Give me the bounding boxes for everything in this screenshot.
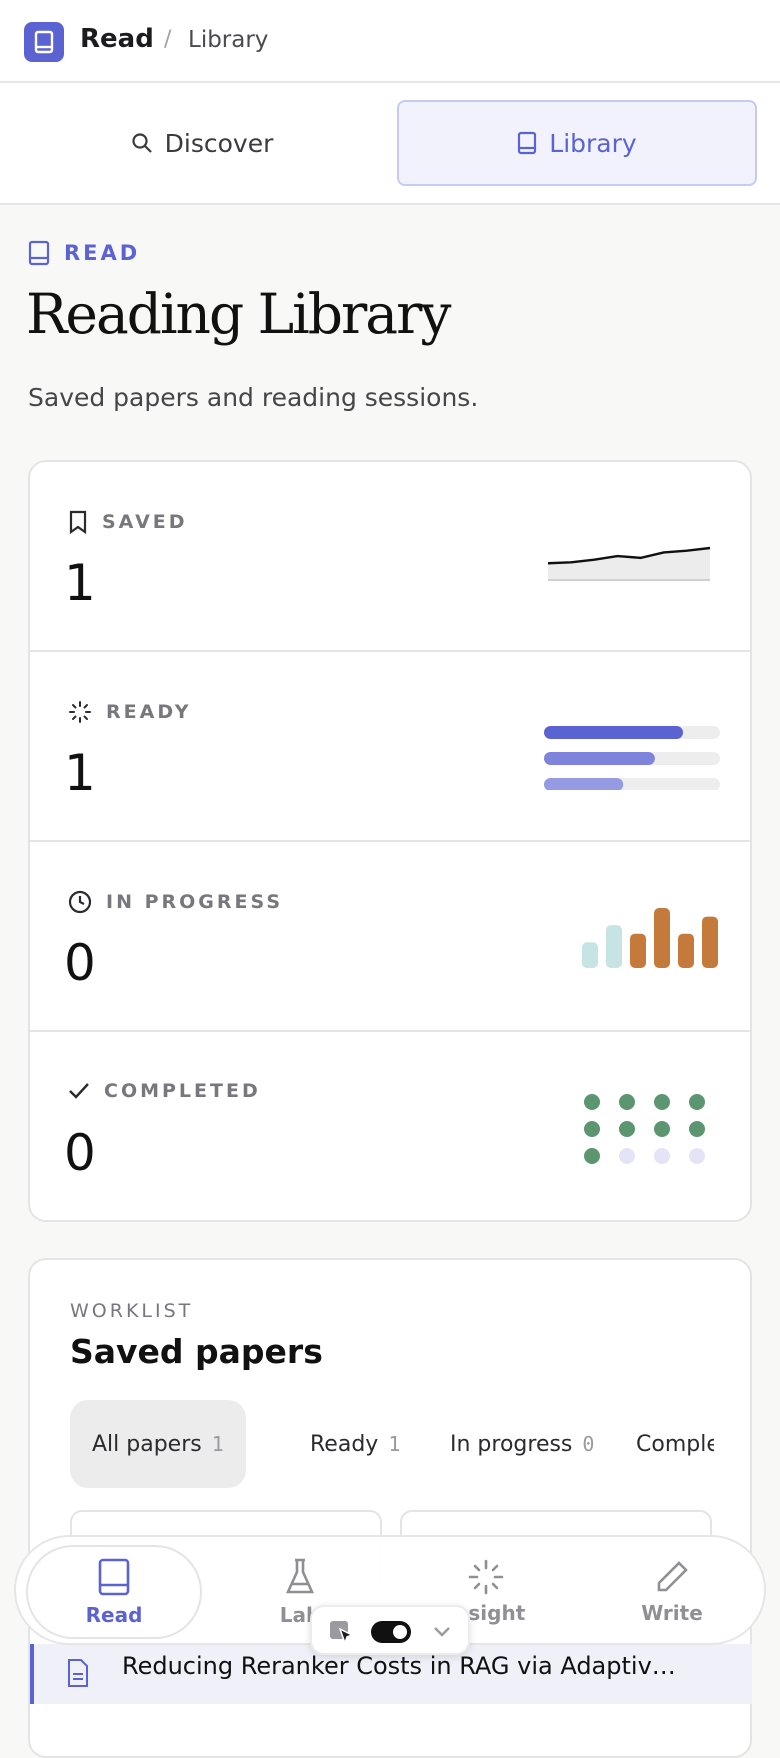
- stat-in-progress-label: IN PROGRESS: [106, 891, 284, 913]
- bookmark-icon: [69, 510, 87, 534]
- grid-dot: [689, 1121, 705, 1137]
- check-icon: [69, 1083, 89, 1099]
- nav-label: Write: [641, 1601, 703, 1625]
- nav-write[interactable]: Write: [584, 1545, 760, 1639]
- stat-saved[interactable]: SAVED 1: [30, 462, 750, 652]
- stat-label: READY: [68, 700, 191, 724]
- pencil-icon: [657, 1561, 688, 1592]
- progress-fill: [544, 726, 684, 739]
- breadcrumb-root[interactable]: Read: [80, 24, 154, 54]
- filter-count: 1: [211, 1432, 224, 1456]
- nav-label: Read: [85, 1603, 143, 1627]
- search-icon: [132, 133, 152, 153]
- toggle-switch[interactable]: [370, 1620, 412, 1644]
- completed-dot-grid: [584, 1094, 705, 1164]
- paper-title: Reducing Reranker Costs in RAG via Adapt…: [122, 1652, 676, 1680]
- grid-dot: [619, 1121, 635, 1137]
- filter-tabs: All papers 1 Ready 1 In progress 0 Compl…: [70, 1400, 714, 1490]
- filter-all-papers[interactable]: All papers 1: [70, 1400, 246, 1488]
- filter-label: Ready: [310, 1431, 379, 1457]
- grid-dot: [619, 1094, 635, 1110]
- page-eyebrow: READ: [28, 240, 140, 266]
- stat-completed[interactable]: COMPLETED 0: [30, 1032, 750, 1220]
- book-icon: [518, 131, 537, 155]
- stat-label: SAVED: [68, 510, 188, 534]
- filter-count: 1: [388, 1432, 401, 1456]
- filter-label: In progress: [450, 1431, 573, 1457]
- grid-dot: [619, 1148, 635, 1164]
- document-icon: [68, 1659, 88, 1687]
- worklist-title: Saved papers: [70, 1332, 323, 1371]
- grid-dot: [654, 1148, 670, 1164]
- stat-label: COMPLETED: [68, 1080, 261, 1102]
- tab-discover[interactable]: Discover: [22, 100, 382, 186]
- grid-dot: [654, 1094, 670, 1110]
- filter-ready[interactable]: Ready 1: [310, 1400, 400, 1488]
- grid-dot: [689, 1148, 705, 1164]
- floating-toolbar: [310, 1605, 470, 1655]
- mini-bar: [582, 942, 598, 968]
- mini-bar: [606, 925, 622, 968]
- book-icon: [34, 30, 54, 54]
- page-title: Reading Library: [26, 282, 451, 346]
- mini-bar: [630, 933, 646, 968]
- ready-progress-bars: [544, 726, 720, 790]
- grid-dot: [584, 1148, 600, 1164]
- grid-dot: [689, 1094, 705, 1110]
- cursor-select-icon[interactable]: [328, 1619, 356, 1647]
- stat-completed-label: COMPLETED: [104, 1080, 261, 1102]
- flask-icon: [285, 1558, 315, 1594]
- stat-ready[interactable]: READY 1: [30, 652, 750, 842]
- page-subtitle: Saved papers and reading sessions.: [28, 383, 479, 412]
- stats-card: SAVED 1 READY 1 IN PROGRESS 0 COMPLETED …: [28, 460, 752, 1222]
- loader-icon: [468, 1559, 504, 1595]
- stat-label: IN PROGRESS: [68, 890, 283, 914]
- filter-label: Completed: [636, 1431, 714, 1457]
- nav-read[interactable]: Read: [26, 1545, 202, 1639]
- tab-library-label: Library: [549, 128, 637, 158]
- clock-icon: [68, 890, 92, 914]
- worklist-eyebrow: WORKLIST: [70, 1300, 194, 1322]
- breadcrumb-current: Library: [188, 27, 269, 53]
- loader-icon: [69, 701, 91, 723]
- filter-label: All papers: [92, 1431, 202, 1457]
- breadcrumb-separator: /: [164, 27, 172, 52]
- stat-in-progress[interactable]: IN PROGRESS 0: [30, 842, 750, 1032]
- tab-library[interactable]: Library: [397, 100, 757, 186]
- grid-dot: [584, 1121, 600, 1137]
- filter-in-progress[interactable]: In progress 0: [450, 1400, 594, 1488]
- book-icon: [28, 240, 50, 266]
- mini-bar: [678, 933, 694, 968]
- progress-fill: [544, 752, 655, 765]
- grid-dot: [654, 1121, 670, 1137]
- stat-saved-label: SAVED: [102, 511, 188, 533]
- stat-ready-value: 1: [64, 744, 96, 802]
- in-progress-mini-bars: [582, 908, 718, 968]
- stat-in-progress-value: 0: [64, 934, 96, 992]
- tab-discover-label: Discover: [164, 128, 274, 158]
- chevron-down-icon[interactable]: [432, 1625, 452, 1639]
- app-logo[interactable]: [24, 22, 64, 62]
- grid-dot: [584, 1094, 600, 1110]
- progress-fill: [544, 778, 624, 790]
- mini-bar: [654, 908, 670, 968]
- sparkline-area: [548, 548, 710, 580]
- stat-completed-value: 0: [64, 1124, 96, 1182]
- saved-sparkline: [547, 546, 711, 581]
- section-tabs: Discover Library: [0, 83, 780, 205]
- eyebrow-label: READ: [64, 241, 141, 265]
- mini-bar: [702, 916, 718, 968]
- stat-saved-value: 1: [64, 554, 96, 612]
- filter-count: 0: [582, 1432, 595, 1456]
- stat-ready-label: READY: [106, 701, 192, 723]
- book-icon: [98, 1558, 130, 1596]
- top-bar: Read / Library: [0, 0, 780, 83]
- filter-completed[interactable]: Completed: [636, 1400, 714, 1488]
